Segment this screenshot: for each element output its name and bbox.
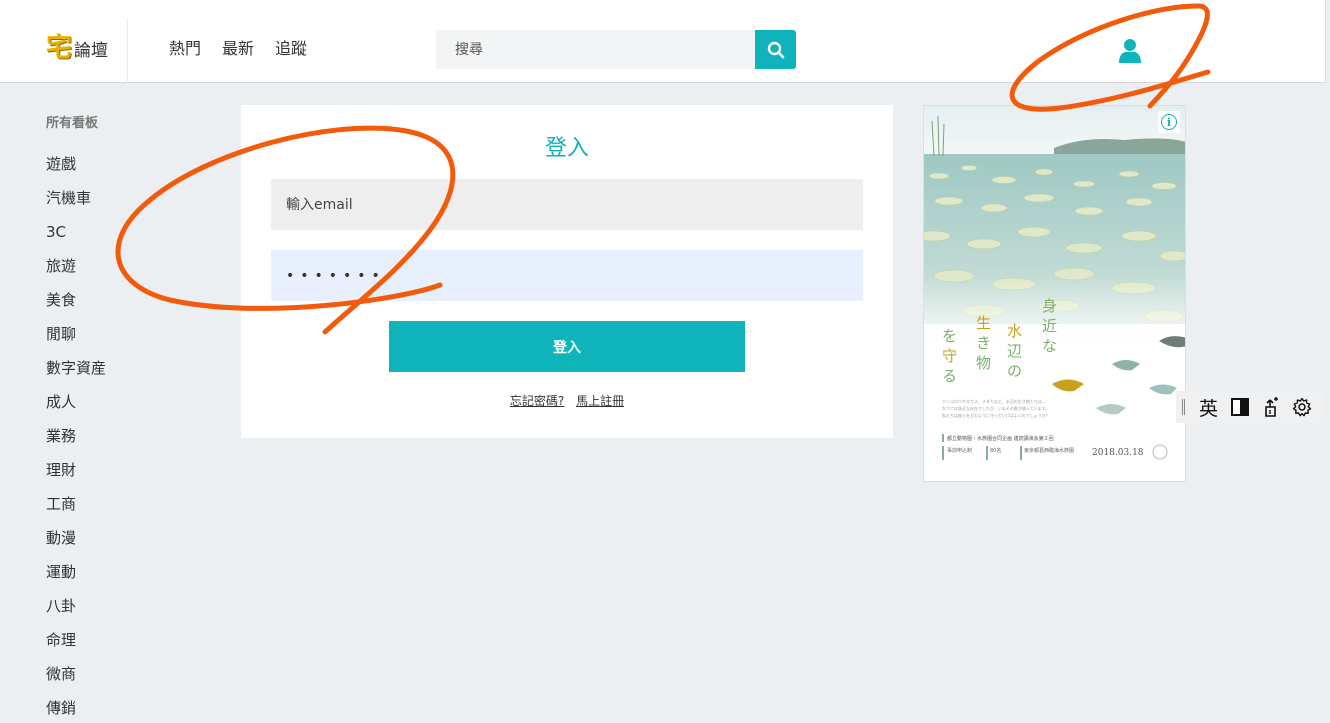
search-button[interactable] — [755, 30, 796, 69]
nav-following[interactable]: 追蹤 — [275, 39, 307, 59]
password-field[interactable] — [271, 250, 863, 301]
sidebar-item-vehicles[interactable]: 汽機車 — [46, 189, 166, 223]
login-links: 忘記密碼? 馬上註冊 — [241, 392, 893, 409]
sidebar-item-fortune[interactable]: 命理 — [46, 631, 166, 665]
svg-text:近: 近 — [1042, 317, 1057, 335]
svg-text:辺: 辺 — [1007, 342, 1022, 360]
sidebar-item-micro-business[interactable]: 微商 — [46, 665, 166, 699]
svg-text:かつては身近な存在でしたが、いまその数が減っています。: かつては身近な存在でしたが、いまその数が減っています。 — [942, 405, 1049, 411]
svg-text:私たちは彼らをどのように守っていけばよいのでしょうか？: 私たちは彼らをどのように守っていけばよいのでしょうか？ — [942, 412, 1050, 418]
contrast-icon — [1230, 398, 1249, 416]
ime-contrast-button[interactable] — [1224, 391, 1255, 423]
sidebar-item-3c[interactable]: 3C — [46, 223, 166, 257]
svg-text:ゲンゴロウやタガメ、メダカなど、水辺の生き物たちは…: ゲンゴロウやタガメ、メダカなど、水辺の生き物たちは… — [942, 398, 1046, 404]
user-account-button[interactable] — [1118, 38, 1142, 64]
board-sidebar: 所有看板 遊戲 汽機車 3C 旅遊 美食 閒聊 數字資産 成人 業務 理財 工商… — [46, 115, 166, 723]
site-logo[interactable]: 宅 論壇 — [46, 35, 108, 61]
info-icon: i — [1161, 114, 1177, 130]
ad-banner[interactable]: 身近な 水辺の 生き物 を守る ゲンゴロウやタガメ、メダカなど、水辺の生き物たち… — [923, 105, 1186, 482]
nav-hot[interactable]: 熱門 — [169, 39, 201, 59]
ad-image: 身近な 水辺の 生き物 を守る ゲンゴロウやタガメ、メダカなど、水辺の生き物たち… — [924, 106, 1185, 481]
svg-text:生: 生 — [976, 314, 991, 332]
email-field[interactable] — [271, 179, 863, 230]
svg-text:2018.03.18: 2018.03.18 — [1092, 448, 1144, 458]
ime-toolbar: 英 — [1176, 391, 1322, 423]
login-title: 登入 — [544, 136, 589, 161]
nav-latest[interactable]: 最新 — [222, 39, 254, 59]
sidebar-item-gossip[interactable]: 八卦 — [46, 597, 166, 631]
svg-text:き: き — [976, 334, 991, 352]
ad-info-button[interactable]: i — [1158, 111, 1180, 133]
svg-text:守: 守 — [942, 347, 957, 365]
svg-text:を: を — [942, 327, 957, 345]
svg-text:東京都葛西臨海水族園: 東京都葛西臨海水族園 — [1024, 447, 1074, 454]
user-icon — [1119, 39, 1141, 63]
register-link[interactable]: 馬上註冊 — [576, 394, 624, 408]
svg-text:る: る — [942, 367, 957, 385]
ime-brush-button[interactable] — [1255, 391, 1286, 423]
login-card: 登入 登入 忘記密碼? 馬上註冊 — [241, 105, 893, 438]
svg-text:80名: 80名 — [990, 447, 1001, 454]
sidebar-item-direct-sales[interactable]: 傳銷 — [46, 699, 166, 723]
ime-grip-handle[interactable] — [1182, 399, 1185, 415]
sidebar-item-adult[interactable]: 成人 — [46, 393, 166, 427]
sidebar-item-digital-assets[interactable]: 數字資産 — [46, 359, 166, 393]
forgot-password-link[interactable]: 忘記密碼? — [510, 394, 564, 408]
svg-text:物: 物 — [976, 354, 991, 372]
top-header: 宅 論壇 熱門 最新 追蹤 — [0, 0, 1326, 83]
svg-text:身: 身 — [1042, 297, 1057, 315]
sidebar-item-travel[interactable]: 旅遊 — [46, 257, 166, 291]
sidebar-item-business[interactable]: 業務 — [46, 427, 166, 461]
brush-icon — [1264, 397, 1278, 417]
sidebar-item-games[interactable]: 遊戲 — [46, 155, 166, 189]
sidebar-heading: 所有看板 — [46, 116, 99, 131]
login-button[interactable]: 登入 — [389, 321, 745, 372]
logo-text: 論壇 — [74, 41, 109, 61]
search-input[interactable] — [436, 30, 756, 69]
svg-text:事前申込制: 事前申込制 — [947, 447, 972, 454]
sidebar-item-finance[interactable]: 理財 — [46, 461, 166, 495]
main-nav: 熱門 最新 追蹤 — [169, 39, 307, 59]
logo-mark: 宅 — [46, 33, 73, 63]
sidebar-item-commerce[interactable]: 工商 — [46, 495, 166, 529]
sidebar-item-sports[interactable]: 運動 — [46, 563, 166, 597]
sidebar-item-chat[interactable]: 閒聊 — [46, 325, 166, 359]
sidebar-item-food[interactable]: 美食 — [46, 291, 166, 325]
settings-icon — [1292, 397, 1311, 417]
ime-language-toggle[interactable]: 英 — [1193, 391, 1224, 423]
svg-text:の: の — [1007, 362, 1022, 380]
svg-text:都立動物園・水族園合同企画 連続講演会第２回: 都立動物園・水族園合同企画 連続講演会第２回 — [947, 435, 1054, 442]
search-icon — [767, 41, 784, 58]
ime-settings-button[interactable] — [1286, 391, 1317, 423]
header-divider — [127, 18, 128, 83]
svg-text:な: な — [1042, 337, 1057, 355]
sidebar-item-anime[interactable]: 動漫 — [46, 529, 166, 563]
svg-text:水: 水 — [1007, 322, 1022, 340]
